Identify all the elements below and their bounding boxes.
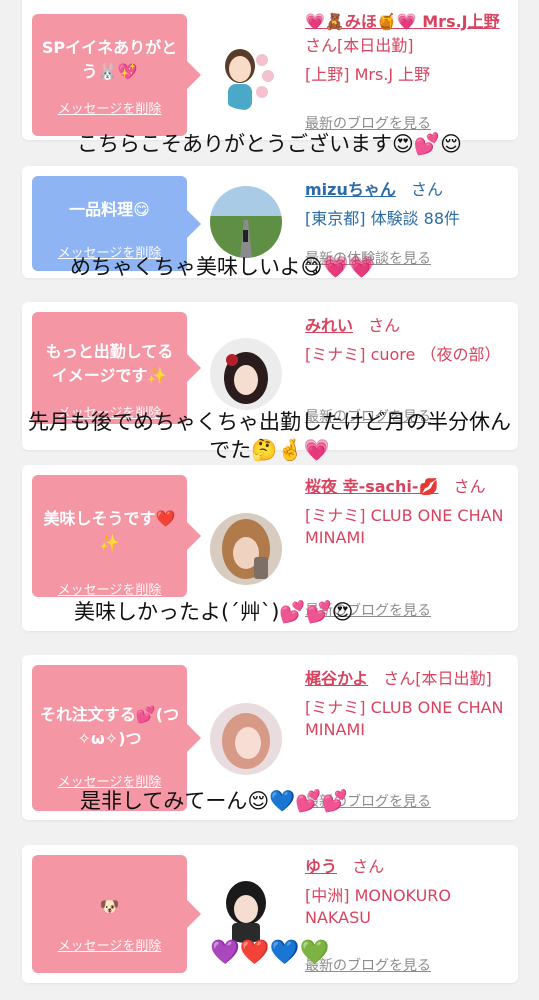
user-name-link[interactable]: みれい <box>305 316 353 335</box>
avatar[interactable] <box>210 338 282 410</box>
avatar-photo <box>210 338 282 410</box>
message-text: 美味しそうです❤️✨ <box>43 509 176 552</box>
shop-label: [ミナミ] cuore （夜の部） <box>305 345 501 364</box>
user-name-link[interactable]: ゆう <box>305 857 337 876</box>
delete-message-link[interactable]: メッセージを削除 <box>32 98 187 117</box>
message-text: 🐶 <box>99 897 120 916</box>
message-text: 一品料理😋 <box>69 200 150 219</box>
user-info: mizuちゃん さん [東京都] 体験談 88件 <box>305 178 505 230</box>
avatar-photo <box>210 703 282 775</box>
user-name-link[interactable]: mizuちゃん <box>305 180 396 199</box>
shop-label: [ミナミ] CLUB ONE CHAN MINAMI <box>305 698 504 739</box>
user-suffix: さん[本日出勤] <box>383 669 492 688</box>
comment-overlay: 💜❤️💙💚 <box>210 938 330 966</box>
user-name-link[interactable]: 梶谷かよ <box>305 669 368 688</box>
user-suffix: さん <box>352 857 385 876</box>
delete-message-link[interactable]: メッセージを削除 <box>32 579 187 598</box>
comment-overlay: 是非してみてーん😌💙💕💕 <box>80 789 348 813</box>
comment-overlay: 先月も後でめちゃくちゃ出勤したけど月の半分休んでた🤔🤞💗 <box>28 410 511 462</box>
comment-overlay: めちゃくちゃ美味しいよ😋💗💗 <box>70 255 375 279</box>
avatar-photo <box>210 871 282 943</box>
avatar[interactable] <box>210 703 282 775</box>
message-text: もっと出勤してるイメージです✨ <box>45 342 174 385</box>
user-info: ゆう さん [中洲] MONOKURO NAKASU <box>305 855 505 929</box>
message-card: SPイイネありがとう🐰💖 メッセージを削除 💗🧸みほ🍯💗 Mrs.J上野 さん[… <box>22 0 518 140</box>
avatar[interactable] <box>210 38 282 110</box>
shop-label: [中洲] MONOKURO NAKASU <box>305 886 452 927</box>
avatar[interactable] <box>210 871 282 943</box>
comment-overlay: こちらこそありがとうございます😍💕😌 <box>77 132 462 156</box>
user-info: 💗🧸みほ🍯💗 Mrs.J上野 さん[本日出勤] [上野] Mrs.J 上野 <box>305 10 505 86</box>
avatar-illustration <box>210 38 282 110</box>
comment-overlay: 美味しかったよ(´艸`)💕💕😍 <box>74 600 354 624</box>
avatar-photo <box>210 186 282 258</box>
avatar[interactable] <box>210 513 282 585</box>
message-text: SPイイネありがとう🐰💖 <box>41 38 178 81</box>
user-name-link[interactable]: 桜夜 幸-sachi-💋 <box>305 477 438 496</box>
user-info: 桜夜 幸-sachi-💋 さん [ミナミ] CLUB ONE CHAN MINA… <box>305 475 505 549</box>
user-info: 梶谷かよ さん[本日出勤] [ミナミ] CLUB ONE CHAN MINAMI <box>305 667 505 741</box>
user-suffix: さん <box>453 477 486 496</box>
message-bubble: SPイイネありがとう🐰💖 メッセージを削除 <box>32 14 201 136</box>
user-info: みれい さん [ミナミ] cuore （夜の部） <box>305 314 505 366</box>
avatar[interactable] <box>210 186 282 258</box>
user-name-link[interactable]: 💗🧸みほ🍯💗 Mrs.J上野 <box>305 12 500 31</box>
shop-label: [ミナミ] CLUB ONE CHAN MINAMI <box>305 506 504 547</box>
message-text: それ注文する💕(つ✧ω✧)つ <box>39 705 180 748</box>
message-bubble: 美味しそうです❤️✨ メッセージを削除 <box>32 475 201 598</box>
user-suffix: さん <box>410 180 443 199</box>
avatar-photo <box>210 513 282 585</box>
shop-label: [東京都] 体験談 88件 <box>305 209 461 228</box>
shop-label: [上野] Mrs.J 上野 <box>305 65 431 84</box>
user-suffix: さん[本日出勤] <box>305 36 414 55</box>
user-suffix: さん <box>368 316 401 335</box>
